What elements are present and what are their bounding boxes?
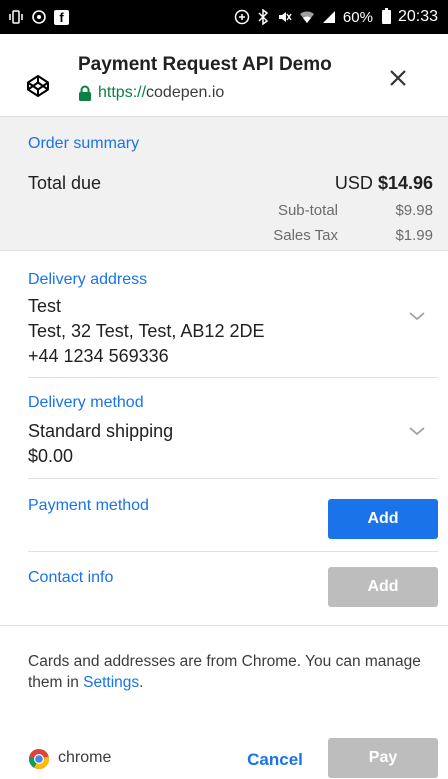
codepen-icon <box>26 74 50 98</box>
url-scheme: https:// <box>98 84 147 101</box>
status-right-icons: 60% 20:33 <box>234 8 438 26</box>
chevron-down-icon[interactable] <box>408 424 426 436</box>
line-item-label: Sales Tax <box>273 227 338 244</box>
divider <box>28 551 438 552</box>
payment-sheet-header: Payment Request API Demo https:// codepe… <box>0 34 448 116</box>
delivery-method-label: Delivery method <box>28 394 144 411</box>
total-due-value: USD $14.96 <box>335 173 433 194</box>
address-line: Test, 32 Test, Test, AB12 2DE <box>28 321 265 341</box>
vibrate-icon <box>8 10 24 24</box>
shipping-option-price: $0.00 <box>28 446 74 466</box>
chrome-brand-label: chrome <box>58 749 112 766</box>
divider <box>0 625 448 626</box>
line-item-label: Sub-total <box>277 202 338 219</box>
page-title: Payment Request API Demo <box>78 54 332 75</box>
order-summary-section[interactable]: Order summary Total due USD $14.96 Sub-t… <box>0 116 448 251</box>
payment-method-label: Payment method <box>28 497 149 514</box>
battery-icon <box>381 8 391 24</box>
delivery-address-section[interactable]: Delivery address Test Test, 32 Test, Tes… <box>0 251 448 378</box>
line-item-value: $9.98 <box>395 202 433 219</box>
origin-url: https:// codepen.io <box>78 84 224 102</box>
note-suffix: . <box>139 674 144 691</box>
status-time: 20:33 <box>397 8 438 25</box>
mute-icon <box>276 9 292 25</box>
total-due-label: Total due <box>28 173 102 193</box>
battery-percent: 60% <box>342 8 373 26</box>
delivery-method-section[interactable]: Delivery method Standard shipping $0.00 <box>0 378 448 478</box>
add-payment-method-button[interactable]: Add <box>328 499 438 539</box>
bottom-action-bar: chrome Cancel Pay <box>0 738 448 779</box>
cancel-button[interactable]: Cancel <box>232 742 318 778</box>
delivery-address-label: Delivery address <box>28 271 148 288</box>
status-bar: f 60% 20:33 <box>0 0 448 34</box>
lock-icon <box>78 85 92 101</box>
total-currency: USD <box>334 173 373 193</box>
contact-info-label: Contact info <box>28 569 114 586</box>
settings-link[interactable]: Settings <box>83 674 139 691</box>
signal-icon <box>322 10 336 24</box>
shipping-option-name: Standard shipping <box>28 421 174 441</box>
close-button[interactable] <box>380 62 416 98</box>
data-source-note: Cards and addresses are from Chrome. You… <box>28 651 428 693</box>
add-contact-info-button[interactable]: Add <box>328 567 438 607</box>
facebook-icon: f <box>54 9 69 25</box>
data-saver-icon <box>234 9 250 25</box>
chevron-down-icon[interactable] <box>408 309 426 321</box>
sync-icon <box>31 9 47 25</box>
status-left-icons: f <box>8 9 69 25</box>
bluetooth-icon <box>257 9 269 25</box>
url-host: codepen.io <box>146 84 225 101</box>
address-phone: +44 1234 569336 <box>28 346 169 366</box>
chrome-icon <box>28 748 50 770</box>
address-recipient: Test <box>28 296 62 316</box>
close-icon <box>389 69 407 92</box>
order-summary-label: Order summary <box>28 135 140 152</box>
wifi-icon <box>299 10 315 24</box>
total-amount: $14.96 <box>377 173 433 193</box>
pay-button[interactable]: Pay <box>328 738 438 778</box>
line-item-value: $1.99 <box>395 227 433 244</box>
divider <box>28 478 438 479</box>
